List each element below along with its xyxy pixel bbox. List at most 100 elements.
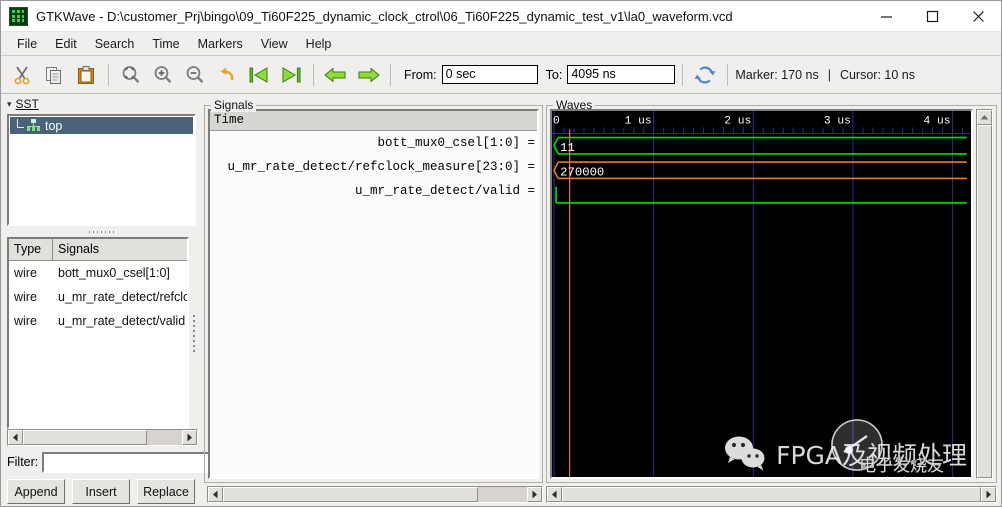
- hscrollbar-thumb[interactable]: [223, 487, 479, 502]
- copy-icon[interactable]: [39, 60, 69, 90]
- scroll-up-arrow[interactable]: [977, 110, 992, 125]
- waves-inner: 01 us 2 us 3 us 4 us 11 270000 FPGA及视频处理…: [550, 109, 993, 479]
- zoom-out-icon[interactable]: [180, 60, 210, 90]
- chevron-down-icon[interactable]: ▾: [7, 99, 12, 109]
- waves-frame: Waves 01 us 2 us 3 us 4 us 11 270000 FPG…: [546, 98, 997, 483]
- hscrollbar-thumb[interactable]: [23, 430, 148, 445]
- scroll-right-arrow[interactable]: [182, 430, 197, 445]
- signal-list[interactable]: Type Signals wire bott_mux0_csel[1:0] wi…: [7, 237, 189, 429]
- reload-icon[interactable]: [690, 60, 720, 90]
- toolbar-separator: [108, 63, 109, 86]
- to-label: To:: [545, 67, 563, 82]
- signals-panel: Signals Time bott_mux0_csel[1:0] = u_mr_…: [201, 96, 546, 506]
- waves-panel: Waves 01 us 2 us 3 us 4 us 11 270000 FPG…: [546, 96, 1001, 506]
- signal-list-header: Type Signals: [9, 239, 187, 261]
- sst-tree-item-top[interactable]: top: [10, 117, 193, 134]
- hscrollbar-track[interactable]: [147, 430, 182, 445]
- undo-icon[interactable]: [212, 60, 242, 90]
- menu-edit[interactable]: Edit: [46, 35, 86, 53]
- signals-hscrollbar[interactable]: [207, 486, 543, 503]
- next-edge-icon[interactable]: [353, 60, 383, 90]
- zoom-to-start-icon[interactable]: [244, 60, 274, 90]
- from-label: From:: [404, 67, 437, 82]
- tree-elbow-icon: [13, 119, 26, 132]
- title-bar: GTKWave - D:\customer_Prj\bingo\09_Ti60F…: [1, 1, 1001, 32]
- scroll-right-arrow[interactable]: [981, 487, 996, 502]
- to-input[interactable]: [567, 65, 676, 84]
- menu-bar: File Edit Search Time Markers View Help: [1, 32, 1001, 56]
- waves-vscrollbar[interactable]: [976, 109, 993, 479]
- cut-icon[interactable]: [7, 60, 37, 90]
- vscrollbar-thumb[interactable]: [977, 125, 992, 478]
- time-header: Time: [210, 111, 537, 131]
- scroll-left-arrow[interactable]: [547, 487, 562, 502]
- menu-search[interactable]: Search: [86, 35, 144, 53]
- scroll-right-arrow[interactable]: [527, 487, 542, 502]
- signal-type: wire: [14, 314, 37, 328]
- toolbar-separator-2: [313, 63, 314, 86]
- prev-edge-icon[interactable]: [321, 60, 351, 90]
- list-item[interactable]: wire u_mr_rate_detect/valid: [9, 309, 187, 333]
- zoom-to-end-icon[interactable]: [276, 60, 306, 90]
- from-input[interactable]: [441, 65, 538, 84]
- status-separator: |: [827, 67, 831, 82]
- marker-status: Marker: 170 ns: [735, 67, 819, 82]
- signal-list-body[interactable]: wire bott_mux0_csel[1:0] wire u_mr_rate_…: [9, 261, 187, 427]
- signals-names-area[interactable]: Time bott_mux0_csel[1:0] = u_mr_rate_det…: [208, 109, 539, 479]
- gtkwave-window: GTKWave - D:\customer_Prj\bingo\09_Ti60F…: [0, 0, 1002, 507]
- waves-hscrollbar[interactable]: [546, 486, 997, 503]
- toolbar-separator-4: [682, 63, 684, 86]
- replace-button[interactable]: Replace: [137, 479, 195, 504]
- minimize-button[interactable]: [863, 1, 909, 32]
- list-item[interactable]: wire bott_mux0_csel[1:0]: [9, 261, 187, 285]
- signal-name-row[interactable]: u_mr_rate_detect/refclock_measure[23:0] …: [210, 155, 537, 179]
- menu-file[interactable]: File: [8, 35, 46, 53]
- scroll-left-arrow[interactable]: [8, 430, 23, 445]
- sst-title: SST: [15, 97, 39, 111]
- zoom-fit-icon[interactable]: [116, 60, 146, 90]
- signal-action-buttons: Append Insert Replace: [7, 479, 195, 504]
- close-button[interactable]: [955, 1, 1001, 32]
- signal-list-area: Type Signals wire bott_mux0_csel[1:0] wi…: [4, 237, 198, 429]
- toolbar: From: To: Marker: 170 ns | Cursor: 10 ns: [1, 56, 1001, 94]
- insert-button[interactable]: Insert: [72, 479, 130, 504]
- hscrollbar-track[interactable]: [478, 487, 527, 502]
- filter-label: Filter:: [7, 455, 39, 469]
- menu-markers[interactable]: Markers: [189, 35, 252, 53]
- hscrollbar-thumb[interactable]: [562, 487, 981, 502]
- toolbar-separator-3: [390, 63, 391, 86]
- signal-list-splitter[interactable]: [189, 237, 198, 429]
- signal-name: u_mr_rate_detect/valid: [58, 314, 186, 328]
- signals-frame: Signals Time bott_mux0_csel[1:0] = u_mr_…: [204, 98, 543, 483]
- window-controls: [863, 1, 1001, 32]
- column-header-type[interactable]: Type: [9, 239, 53, 260]
- window-title: GTKWave - D:\customer_Prj\bingo\09_Ti60F…: [36, 8, 733, 24]
- gtkwave-icon: [9, 6, 28, 26]
- paste-icon[interactable]: [71, 60, 101, 90]
- wave-drawing[interactable]: [552, 111, 971, 479]
- filter-input[interactable]: [42, 451, 214, 473]
- menu-help[interactable]: Help: [297, 35, 341, 53]
- signal-name-row[interactable]: u_mr_rate_detect/valid =: [210, 179, 537, 203]
- signal-type: wire: [14, 266, 37, 280]
- list-item[interactable]: wire u_mr_rate_detect/refcloc: [9, 285, 187, 309]
- signal-type: wire: [14, 290, 37, 304]
- signal-name-row[interactable]: bott_mux0_csel[1:0] =: [210, 131, 537, 155]
- menu-view[interactable]: View: [252, 35, 297, 53]
- sst-tree[interactable]: top: [7, 114, 196, 226]
- signal-names-list[interactable]: bott_mux0_csel[1:0] = u_mr_rate_detect/r…: [210, 131, 537, 477]
- wave-canvas[interactable]: 01 us 2 us 3 us 4 us 11 270000 FPGA及视频处理…: [550, 109, 973, 479]
- horizontal-splitter[interactable]: [4, 226, 198, 237]
- scroll-left-arrow[interactable]: [208, 487, 223, 502]
- maximize-button[interactable]: [909, 1, 955, 32]
- signal-list-hscrollbar[interactable]: [7, 429, 198, 446]
- append-button[interactable]: Append: [7, 479, 65, 504]
- zoom-in-icon[interactable]: [148, 60, 178, 90]
- sst-tree-item-label: top: [45, 118, 63, 133]
- cursor-status: Cursor: 10 ns: [839, 67, 915, 82]
- column-header-signals[interactable]: Signals: [53, 239, 187, 260]
- menu-time[interactable]: Time: [143, 35, 188, 53]
- signals-legend: Signals: [211, 98, 257, 112]
- signal-name: u_mr_rate_detect/refcloc: [58, 290, 187, 304]
- sst-header[interactable]: ▾ SST: [4, 96, 198, 112]
